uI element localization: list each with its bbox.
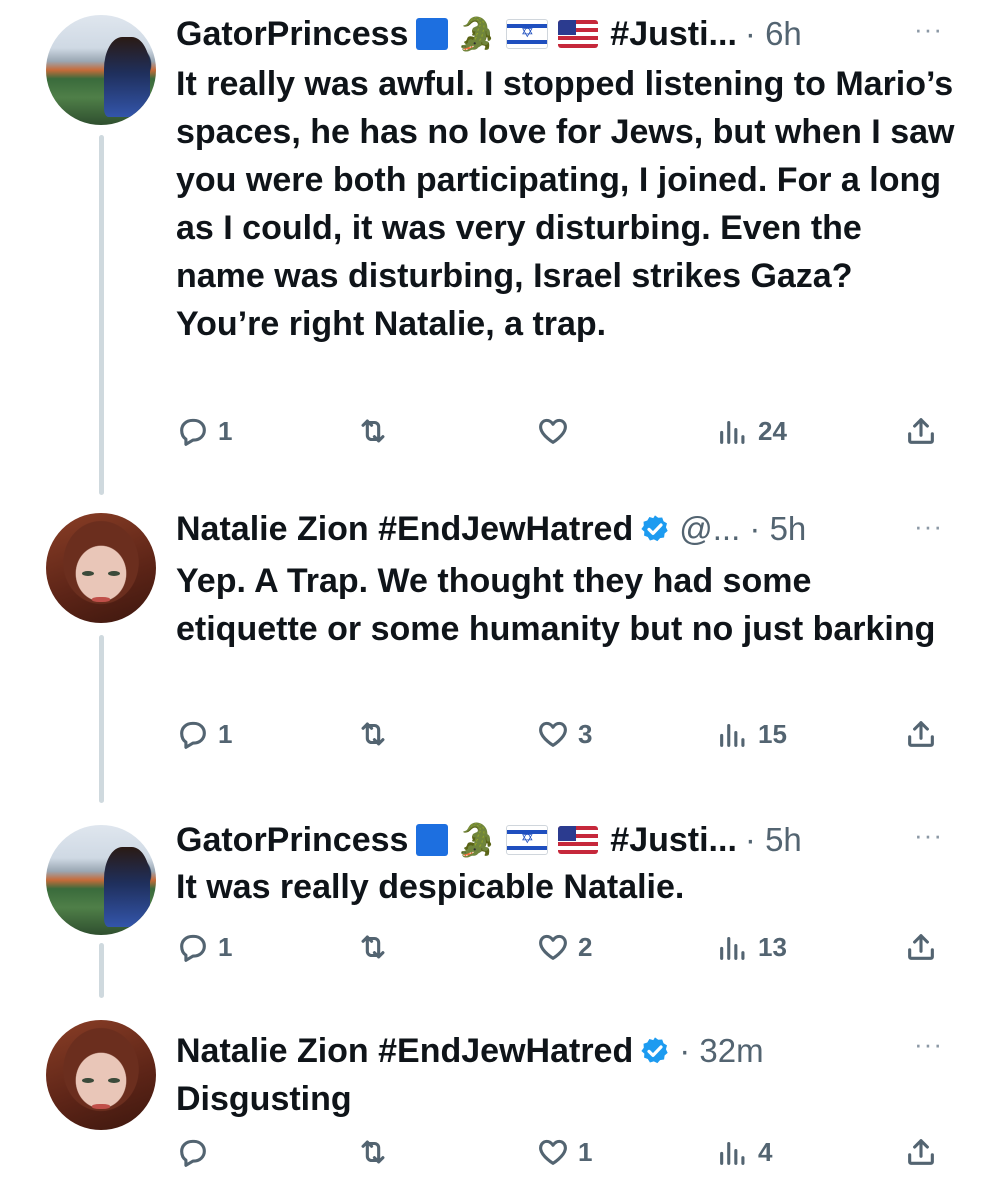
reply-button[interactable]: [176, 1132, 218, 1172]
retweet-button[interactable]: [356, 411, 398, 451]
reply-tweet[interactable]: GatorPrincess 🐊 #Justi... · 5h ··· It wa…: [0, 810, 993, 1010]
views-button[interactable]: 15: [716, 714, 787, 754]
us-flag-emoji: [558, 826, 599, 854]
reply-button[interactable]: 1: [176, 714, 232, 754]
retweet-icon: [361, 722, 385, 746]
tweet-header: GatorPrincess 🐊 #Justi... · 5h: [176, 818, 876, 862]
reply-icon: [180, 1139, 206, 1167]
share-icon: [908, 418, 934, 444]
tweet-text: It really was awful. I stopped listening…: [176, 65, 955, 343]
reply-count: 1: [218, 415, 233, 446]
views-count: 24: [758, 415, 787, 446]
name-hashtag: #Justi...: [610, 821, 737, 859]
like-button[interactable]: [536, 411, 578, 451]
us-flag-emoji: [558, 20, 599, 48]
reply-icon: [180, 934, 206, 962]
display-name[interactable]: Natalie Zion #EndJewHatred: [176, 1029, 633, 1073]
retweet-icon: [361, 935, 385, 959]
retweet-icon: [361, 1140, 385, 1164]
retweet-icon: [361, 419, 385, 443]
tweet-actions: 1 4: [176, 1132, 946, 1172]
blue-square-emoji: [416, 18, 449, 50]
verified-badge-icon: [641, 515, 668, 542]
share-icon: [908, 934, 934, 960]
name-hashtag: #Justi...: [610, 15, 737, 53]
views-button[interactable]: 4: [716, 1132, 772, 1172]
reply-tweet[interactable]: Natalie Zion #EndJewHatred @... · 5h ···…: [0, 505, 993, 810]
heart-icon: [539, 1139, 567, 1165]
handle-and-timestamp[interactable]: @... · 5h: [679, 507, 806, 551]
display-name[interactable]: GatorPrincess: [176, 12, 408, 56]
avatar[interactable]: [46, 1020, 156, 1130]
heart-icon: [539, 721, 567, 747]
views-count: 4: [758, 1136, 773, 1167]
retweet-button[interactable]: [356, 927, 398, 967]
timestamp[interactable]: · 6h: [745, 12, 802, 56]
tweet-header: GatorPrincess 🐊 #Justi... · 6h: [176, 12, 876, 56]
share-button[interactable]: [904, 411, 938, 451]
share-button[interactable]: [904, 927, 938, 967]
reply-icon: [180, 721, 206, 749]
tweet-header: Natalie Zion #EndJewHatred @... · 5h: [176, 507, 876, 551]
retweet-button[interactable]: [356, 714, 398, 754]
more-options-icon[interactable]: ···: [914, 14, 943, 44]
display-name[interactable]: GatorPrincess: [176, 818, 408, 862]
thread-connector-line: [99, 135, 104, 495]
conversation-thread: GatorPrincess 🐊 #Justi... · 6h ··· It re…: [0, 0, 993, 1200]
retweet-button[interactable]: [356, 1132, 398, 1172]
views-icon: [720, 723, 745, 747]
tweet-actions: 1 24: [176, 411, 946, 451]
alligator-emoji: 🐊: [456, 16, 497, 52]
like-count: 3: [578, 718, 593, 749]
share-button[interactable]: [904, 714, 938, 754]
reply-button[interactable]: 1: [176, 927, 232, 967]
heart-icon: [539, 934, 567, 960]
views-icon: [720, 1141, 745, 1165]
heart-icon: [539, 418, 567, 444]
display-name[interactable]: Natalie Zion #EndJewHatred: [176, 507, 633, 551]
tweet-text: Disgusting: [176, 1080, 352, 1118]
blue-square-emoji: [416, 824, 449, 856]
thread-connector-line: [99, 635, 104, 803]
reply-icon: [180, 418, 206, 446]
verified-badge-icon: [641, 1037, 668, 1064]
like-button[interactable]: 3: [536, 714, 592, 754]
tweet-text: Yep. A Trap. We thought they had some et…: [176, 562, 936, 648]
reply-button[interactable]: 1: [176, 411, 232, 451]
more-options-icon[interactable]: ···: [914, 511, 943, 541]
israel-flag-emoji: [506, 19, 549, 49]
share-icon: [908, 721, 934, 747]
views-icon: [720, 420, 745, 444]
thread-connector-line: [99, 943, 104, 998]
like-count: 1: [578, 1136, 593, 1167]
tweet-actions: 1 2 13: [176, 927, 946, 967]
avatar[interactable]: [46, 513, 156, 623]
like-button[interactable]: 2: [536, 927, 592, 967]
reply-count: 1: [218, 931, 233, 962]
tweet-text: It was really despicable Natalie.: [176, 868, 685, 906]
reply-tweet[interactable]: Natalie Zion #EndJewHatred · 32m ··· Dis…: [0, 1015, 993, 1200]
views-button[interactable]: 24: [716, 411, 787, 451]
share-button[interactable]: [904, 1132, 938, 1172]
like-count: 2: [578, 931, 593, 962]
views-count: 13: [758, 931, 787, 962]
avatar[interactable]: [46, 15, 156, 125]
reply-tweet[interactable]: GatorPrincess 🐊 #Justi... · 6h ··· It re…: [0, 0, 993, 510]
reply-count: 1: [218, 718, 233, 749]
timestamp[interactable]: · 32m: [679, 1029, 763, 1073]
timestamp[interactable]: · 5h: [745, 818, 802, 862]
avatar[interactable]: [46, 825, 156, 935]
more-options-icon[interactable]: ···: [914, 1029, 943, 1059]
share-icon: [908, 1139, 934, 1165]
views-button[interactable]: 13: [716, 927, 787, 967]
israel-flag-emoji: [506, 825, 549, 855]
views-icon: [720, 936, 745, 960]
tweet-actions: 1 3 15: [176, 714, 946, 754]
alligator-emoji: 🐊: [456, 822, 497, 858]
tweet-header: Natalie Zion #EndJewHatred · 32m: [176, 1029, 876, 1073]
like-button[interactable]: 1: [536, 1132, 592, 1172]
more-options-icon[interactable]: ···: [914, 820, 943, 850]
views-count: 15: [758, 718, 787, 749]
